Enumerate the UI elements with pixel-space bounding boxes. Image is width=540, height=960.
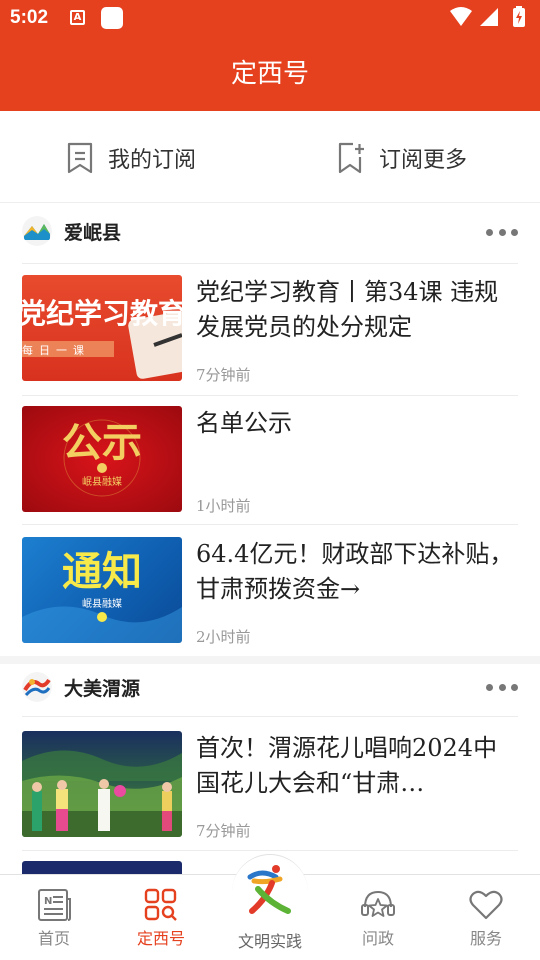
tab-wenzheng-label: 问政	[361, 929, 394, 948]
more-options-icon[interactable]	[486, 227, 518, 237]
article-card[interactable]: 通知 岷县融媒 64.4亿元！财政部下达补贴，甘肃预拨资金→ 2小时前	[22, 537, 518, 646]
battery-icon	[513, 6, 525, 27]
center-tab-bubble	[232, 854, 308, 930]
thumbnail-subtext: 岷县融媒	[82, 476, 122, 488]
tab-dingxihao-label: 定西号	[136, 929, 185, 948]
divider	[22, 395, 518, 396]
article-title: 首次！渭源花儿唱响2024中国花儿大会和“甘肃…	[196, 734, 498, 797]
article-thumbnail: 通知 岷县融媒	[22, 537, 182, 643]
tab-fuwu[interactable]: 服务	[446, 887, 526, 949]
subscription-bar: 我的订阅 订阅更多	[0, 111, 540, 203]
article-title: 64.4亿元！财政部下达补贴，甘肃预拨资金→	[196, 540, 514, 603]
divider	[22, 850, 518, 851]
article-time: 7分钟前	[196, 366, 251, 384]
divider	[22, 263, 518, 264]
page-title: 定西号	[230, 59, 309, 89]
thumbnail-text: 公示	[62, 419, 142, 466]
grid-search-icon	[144, 888, 177, 921]
section-header-aiminxian[interactable]: 爱岷县	[22, 216, 121, 246]
status-bar: 5:02 A	[0, 0, 540, 38]
tab-home-label: 首页	[37, 929, 70, 948]
svg-text:N: N	[44, 896, 52, 907]
article-time: 2小时前	[196, 628, 251, 646]
more-options-icon[interactable]	[486, 682, 518, 692]
tab-wenming-label: 文明实践	[237, 932, 302, 951]
newspaper-icon: N	[38, 889, 71, 921]
section-divider	[0, 656, 540, 664]
divider	[22, 524, 518, 525]
app-header: 定西号	[0, 38, 540, 111]
article-thumbnail	[22, 731, 182, 837]
notification-app-icon	[101, 7, 123, 29]
thumbnail-subtext: 岷县融媒	[82, 598, 122, 610]
thumbnail-subtext: 每日一课	[22, 343, 90, 357]
bookmark-add-icon	[338, 142, 364, 174]
article-title: 党纪学习教育丨第34课 违规发展党员的处分规定	[196, 278, 499, 341]
article-thumbnail: 党纪学习教育 每日一课	[22, 275, 182, 381]
article-thumbnail	[22, 861, 182, 875]
dameiweiyuan-logo	[22, 672, 52, 702]
system-status-icons	[450, 6, 525, 27]
status-time: 5:02	[10, 7, 49, 28]
article-time: 7分钟前	[196, 822, 251, 840]
article-title: 名单公示	[196, 409, 292, 437]
wenming-logo-icon	[247, 865, 291, 914]
article-time: 1小时前	[196, 497, 251, 515]
tab-dingxihao[interactable]: 定西号	[121, 887, 201, 949]
subscribe-more-button[interactable]: 订阅更多	[337, 138, 467, 178]
headset-star-icon	[361, 890, 395, 917]
article-card[interactable]: 公示 岷县融媒 名单公示 1小时前	[22, 406, 518, 515]
article-card[interactable]: 党纪学习教育 每日一课 党纪学习教育丨第34课 违规发展党员的处分规定 7分钟前	[22, 275, 518, 384]
divider	[22, 716, 518, 717]
wifi-icon	[450, 7, 472, 26]
tab-wenzheng[interactable]: 问政	[338, 887, 418, 949]
tab-fuwu-label: 服务	[469, 929, 502, 948]
article-card[interactable]: 首次！渭源花儿唱响2024中国花儿大会和“甘肃… 7分钟前	[22, 731, 518, 840]
my-subscriptions-label: 我的订阅	[108, 148, 197, 173]
article-thumbnail: 公示 岷县融媒	[22, 406, 182, 512]
tab-wenming-shijian[interactable]: 文明实践	[230, 854, 310, 954]
thumbnail-text: 通知	[62, 549, 142, 595]
my-subscriptions-button[interactable]: 我的订阅	[66, 138, 196, 178]
my-subscriptions-icon	[67, 142, 93, 174]
thumbnail-text: 党纪学习教育	[22, 297, 182, 330]
section-name: 大美渭源	[64, 677, 141, 700]
section-header-dameiweiyuan[interactable]: 大美渭源	[22, 672, 140, 702]
subscribe-more-label: 订阅更多	[379, 148, 468, 173]
notification-a-icon: A	[70, 10, 85, 25]
heart-icon	[469, 890, 503, 920]
section-name: 爱岷县	[64, 221, 122, 244]
cell-signal-icon	[480, 8, 498, 26]
aiminxian-logo	[22, 216, 52, 246]
tab-home[interactable]: N 首页	[14, 887, 94, 949]
